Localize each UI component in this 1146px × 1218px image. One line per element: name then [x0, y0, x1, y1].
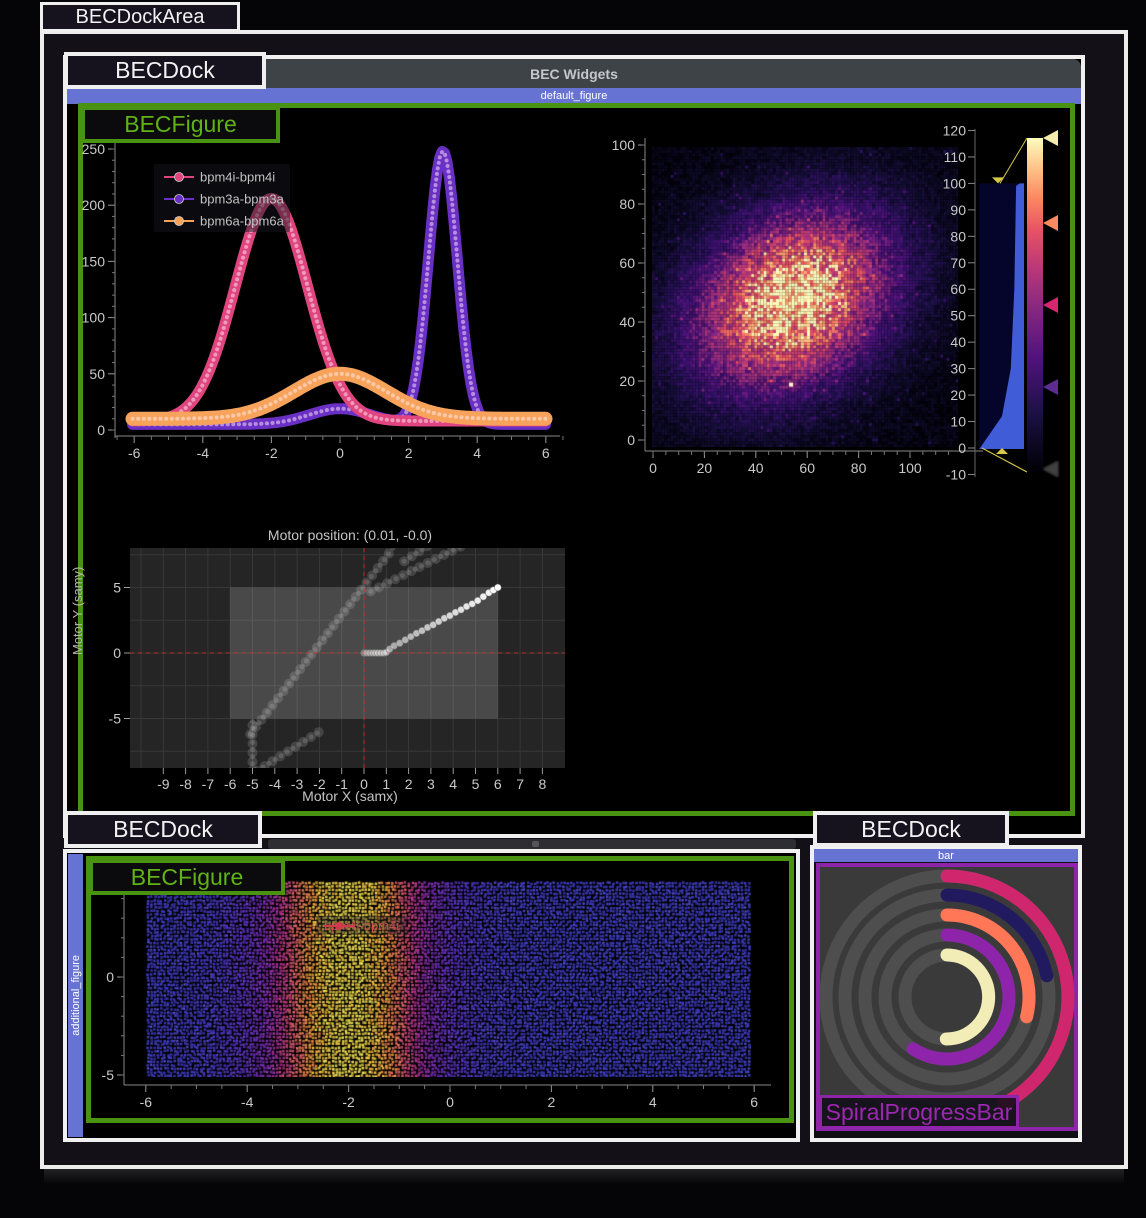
svg-text:bpm4i-bpm4i: bpm4i-bpm4i	[200, 170, 275, 185]
svg-text:80: 80	[950, 228, 966, 244]
svg-text:6: 6	[750, 1094, 758, 1110]
colorbar-gradient[interactable]	[1027, 138, 1043, 472]
svg-text:110: 110	[944, 149, 967, 165]
spiral-progress-rings	[820, 867, 1074, 1127]
svg-text:70: 70	[950, 255, 966, 271]
colorbar-marker-23[interactable]	[1043, 379, 1058, 395]
waveform-legend: bpm4i-bpm4i bpm3a-bpm3a bpm6a-bpm6a	[154, 164, 290, 232]
spiral-progress-label-box: SpiralProgressBar	[819, 1095, 1019, 1129]
motor-map-title: Motor position: (0.01, -0.0)	[130, 527, 570, 543]
svg-text:2: 2	[548, 1094, 556, 1110]
figure-main-label: BECFigure	[81, 106, 280, 143]
svg-text:-6: -6	[140, 1094, 153, 1110]
svg-text:-2: -2	[342, 1094, 355, 1110]
colorbar-marker--8[interactable]	[1043, 461, 1058, 477]
svg-text:0: 0	[649, 460, 657, 476]
colorbar-marker-85[interactable]	[1043, 215, 1058, 231]
dock-main-label-text: BECDock	[115, 57, 215, 84]
dock-area-title: BECDockArea	[40, 2, 240, 32]
svg-text:-5: -5	[109, 711, 122, 727]
svg-text:150: 150	[82, 253, 106, 269]
motor-map-plot[interactable]: -9-8-7-6-5-4-3-2-1012345678-505	[95, 543, 577, 795]
svg-text:50: 50	[89, 366, 105, 382]
dock-area-shadow	[44, 1169, 1124, 1183]
dock-br-label: BECDock	[813, 811, 1009, 847]
svg-text:bpm6a-bpm6a: bpm6a-bpm6a	[200, 214, 285, 229]
colorbar-marker-54[interactable]	[1043, 297, 1058, 313]
scatter-waveform-axes: -5 0 -6 -4 -2 0 2 4 6	[91, 860, 797, 1116]
svg-text:60: 60	[619, 255, 635, 271]
tab-default-figure[interactable]: default_figure	[67, 88, 1081, 104]
svg-text:bpm3a-bpm3a: bpm3a-bpm3a	[200, 192, 285, 207]
svg-text:60: 60	[950, 281, 966, 297]
svg-text:80: 80	[851, 460, 867, 476]
svg-text:4: 4	[649, 1094, 657, 1110]
tab-bar[interactable]: bar	[814, 849, 1078, 862]
dock-main-label: BECDock	[64, 52, 266, 89]
svg-text:90: 90	[950, 202, 966, 218]
scatter-legend: bpm4i-bpm4i	[316, 916, 407, 935]
dock-bl-label: BECDock	[64, 811, 262, 848]
tab-bar-label: bar	[938, 850, 954, 862]
svg-text:100: 100	[898, 460, 922, 476]
svg-text:0: 0	[106, 969, 114, 985]
svg-text:100: 100	[82, 310, 106, 326]
svg-text:120: 120	[943, 122, 967, 138]
histogram-lut[interactable]: -10 0 10 20 30 40 50 60 70 80 90 100 110 120	[930, 125, 1144, 485]
svg-text:-4: -4	[197, 445, 210, 461]
svg-text:40: 40	[950, 334, 966, 350]
legend-marker-icon	[324, 921, 354, 931]
motor-map-ylabel: Motor Y (samy)	[70, 567, 85, 655]
waveform-plot[interactable]: 050100150200250-6-4-20246bpm4i-bpm4ibpm3…	[88, 116, 600, 472]
dock-area-title-text: BECDockArea	[76, 6, 205, 29]
svg-text:-5: -5	[102, 1067, 115, 1083]
drag-handle-dot-icon	[532, 841, 539, 847]
tab-default-figure-label: default_figure	[541, 90, 608, 102]
svg-text:0: 0	[113, 645, 121, 661]
svg-text:20: 20	[619, 373, 635, 389]
dock-bl-label-text: BECDock	[113, 816, 213, 843]
svg-text:40: 40	[748, 460, 764, 476]
svg-text:40: 40	[619, 314, 635, 330]
figure-main-label-text: BECFigure	[124, 111, 236, 138]
svg-text:50: 50	[950, 308, 966, 324]
svg-text:4: 4	[473, 445, 481, 461]
svg-text:100: 100	[943, 175, 967, 191]
svg-text:-4: -4	[241, 1094, 254, 1110]
svg-text:-2: -2	[265, 445, 278, 461]
svg-text:6: 6	[542, 445, 550, 461]
dock-br-label-text: BECDock	[861, 816, 961, 843]
motor-map-xlabel: Motor X (samx)	[130, 788, 570, 804]
spiral-progress-widget	[816, 863, 1078, 1131]
dock-main-tab-label: BEC Widgets	[530, 66, 618, 82]
tab-additional-figure-label: additional_figure	[70, 955, 82, 1036]
svg-text:100: 100	[612, 137, 636, 153]
svg-text:10: 10	[950, 414, 966, 430]
svg-text:2: 2	[405, 445, 413, 461]
figure-bl-label: BECFigure	[89, 859, 285, 895]
svg-text:0: 0	[446, 1094, 454, 1110]
svg-text:0: 0	[97, 422, 105, 438]
colorbar-marker-117[interactable]	[1043, 130, 1058, 146]
screenshot-root: { "dock_area": { "label": "BECDockArea" …	[0, 0, 1146, 1218]
svg-text:30: 30	[950, 361, 966, 377]
figure-bl-label-text: BECFigure	[131, 864, 243, 891]
svg-text:60: 60	[799, 460, 815, 476]
spiral-progress-label: SpiralProgressBar	[826, 1099, 1013, 1126]
dock-bl-drag-handle[interactable]	[268, 839, 796, 849]
svg-text:-10: -10	[946, 466, 966, 482]
svg-text:5: 5	[113, 580, 121, 596]
svg-text:20: 20	[950, 387, 966, 403]
spiral-arc-4	[946, 955, 988, 1039]
svg-text:0: 0	[336, 445, 344, 461]
svg-text:250: 250	[82, 141, 106, 157]
svg-text:200: 200	[82, 197, 106, 213]
svg-text:20: 20	[697, 460, 713, 476]
tab-additional-figure[interactable]: additional_figure	[68, 854, 83, 1137]
svg-text:0: 0	[958, 440, 966, 456]
svg-text:-6: -6	[128, 445, 141, 461]
svg-text:0: 0	[627, 432, 635, 448]
svg-text:80: 80	[619, 196, 635, 212]
